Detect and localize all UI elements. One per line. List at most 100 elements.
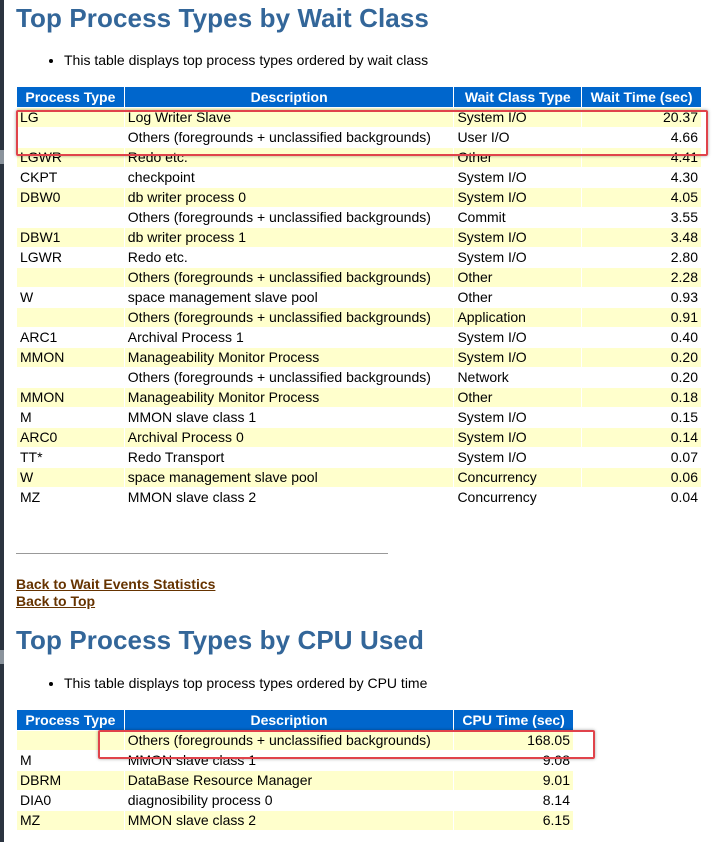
cell-description: MMON slave class 1 bbox=[123, 750, 455, 771]
back-to-top-link[interactable]: Back to Top bbox=[16, 593, 215, 610]
cell-description: Others (foregrounds + unclassified backg… bbox=[123, 207, 455, 228]
cell-class: System I/O bbox=[453, 407, 583, 428]
cell-description: Archival Process 1 bbox=[123, 327, 455, 348]
cell-value: 0.07 bbox=[581, 447, 702, 468]
cell-class: User I/O bbox=[453, 127, 583, 148]
cell-class: Other bbox=[453, 267, 583, 288]
cell-description: Others (foregrounds + unclassified backg… bbox=[123, 267, 455, 288]
cell-description: MMON slave class 2 bbox=[123, 810, 455, 831]
cell-process-type: DBW0 bbox=[16, 187, 125, 208]
cell-process-type: MZ bbox=[16, 810, 125, 831]
cpu-table-body: Others (foregrounds + unclassified backg… bbox=[16, 730, 574, 831]
cell-value: 3.48 bbox=[581, 227, 702, 248]
cell-value: 168.05 bbox=[453, 730, 574, 751]
cell-value: 0.20 bbox=[581, 367, 702, 388]
cell-value: 0.14 bbox=[581, 427, 702, 448]
edge-marker bbox=[0, 650, 4, 664]
cell-value: 0.04 bbox=[581, 487, 702, 508]
section-divider bbox=[16, 553, 388, 554]
cell-description: Log Writer Slave bbox=[123, 107, 455, 128]
cell-description: Manageability Monitor Process bbox=[123, 347, 455, 368]
table-row: DBW0 db writer process 0 System I/O 4.05 bbox=[16, 187, 702, 208]
cell-value: 20.37 bbox=[581, 107, 702, 128]
cell-process-type: LGWR bbox=[16, 147, 125, 168]
cell-description: MMON slave class 1 bbox=[123, 407, 455, 428]
table-row: MMON Manageability Monitor Process Other 0.… bbox=[16, 387, 702, 408]
col-header-description: Description bbox=[123, 86, 455, 108]
cell-description: space management slave pool bbox=[123, 287, 455, 308]
col-header-process-type: Process Type bbox=[16, 709, 125, 731]
cpu-section-title: Top Process Types by CPU Used bbox=[16, 625, 424, 655]
wait-section-note: This table displays top process types or… bbox=[64, 51, 428, 69]
table-row: M MMON slave class 1 System I/O 0.15 bbox=[16, 407, 702, 428]
col-header-wait-class-type: Wait Class Type bbox=[453, 86, 583, 108]
cell-description: MMON slave class 2 bbox=[123, 487, 455, 508]
cell-class: System I/O bbox=[453, 427, 583, 448]
cell-description: Redo etc. bbox=[123, 147, 455, 168]
wait-table-body: LG Log Writer Slave System I/O 20.37 Others … bbox=[16, 107, 702, 508]
table-row: DBW1 db writer process 1 System I/O 3.48 bbox=[16, 227, 702, 248]
back-to-wait-events-link[interactable]: Back to Wait Events Statistics bbox=[16, 576, 215, 593]
cell-class: System I/O bbox=[453, 247, 583, 268]
table-row: LGWR Redo etc. Other 4.41 bbox=[16, 147, 702, 168]
cell-class: Concurrency bbox=[453, 467, 583, 488]
cell-class: Other bbox=[453, 387, 583, 408]
cell-description: diagnosibility process 0 bbox=[123, 790, 455, 811]
table-row: Others (foregrounds + unclassified backg… bbox=[16, 127, 702, 148]
cell-class: System I/O bbox=[453, 227, 583, 248]
cell-process-type: ARC1 bbox=[16, 327, 125, 348]
cell-value: 4.66 bbox=[581, 127, 702, 148]
cell-class: System I/O bbox=[453, 347, 583, 368]
cell-value: 4.41 bbox=[581, 147, 702, 168]
cell-description: db writer process 1 bbox=[123, 227, 455, 248]
cell-class: Concurrency bbox=[453, 487, 583, 508]
cell-process-type bbox=[16, 730, 125, 751]
table-row: M MMON slave class 1 9.08 bbox=[16, 750, 574, 771]
table-row: DBRM DataBase Resource Manager 9.01 bbox=[16, 770, 574, 791]
cell-class: Application bbox=[453, 307, 583, 328]
cell-process-type: W bbox=[16, 467, 125, 488]
table-row: Others (foregrounds + unclassified backg… bbox=[16, 307, 702, 328]
table-row: LG Log Writer Slave System I/O 20.37 bbox=[16, 107, 702, 128]
cell-value: 9.08 bbox=[453, 750, 574, 771]
table-row: MZ MMON slave class 2 6.15 bbox=[16, 810, 574, 831]
cell-process-type: LGWR bbox=[16, 247, 125, 268]
cell-process-type bbox=[16, 127, 125, 148]
cell-process-type bbox=[16, 207, 125, 228]
cell-value: 0.93 bbox=[581, 287, 702, 308]
cell-value: 0.06 bbox=[581, 467, 702, 488]
cell-process-type: DIA0 bbox=[16, 790, 125, 811]
col-header-cpu-time: CPU Time (sec) bbox=[453, 709, 574, 731]
table-row: Others (foregrounds + unclassified backg… bbox=[16, 367, 702, 388]
cell-process-type: ARC0 bbox=[16, 427, 125, 448]
cell-process-type: CKPT bbox=[16, 167, 125, 188]
cell-description: space management slave pool bbox=[123, 467, 455, 488]
wait-section-note-list: This table displays top process types or… bbox=[16, 51, 428, 69]
cell-value: 2.28 bbox=[581, 267, 702, 288]
cell-value: 9.01 bbox=[453, 770, 574, 791]
cell-class: Other bbox=[453, 287, 583, 308]
table-row: TT* Redo Transport System I/O 0.07 bbox=[16, 447, 702, 468]
edge-marker bbox=[0, 150, 4, 164]
cell-process-type: LG bbox=[16, 107, 125, 128]
wait-table-header-row: Process Type Description Wait Class Type… bbox=[16, 86, 702, 108]
cell-class: System I/O bbox=[453, 107, 583, 128]
cell-description: Redo etc. bbox=[123, 247, 455, 268]
table-row: DIA0 diagnosibility process 0 8.14 bbox=[16, 790, 574, 811]
cell-process-type: DBW1 bbox=[16, 227, 125, 248]
cell-process-type: MMON bbox=[16, 347, 125, 368]
cell-description: checkpoint bbox=[123, 167, 455, 188]
cell-description: Archival Process 0 bbox=[123, 427, 455, 448]
table-row: MZ MMON slave class 2 Concurrency 0.04 bbox=[16, 487, 702, 508]
cell-process-type: W bbox=[16, 287, 125, 308]
window-edge-strip bbox=[0, 0, 4, 842]
cpu-section-note: This table displays top process types or… bbox=[64, 674, 427, 692]
cell-description: Redo Transport bbox=[123, 447, 455, 468]
cell-process-type: MMON bbox=[16, 387, 125, 408]
col-header-description: Description bbox=[123, 709, 455, 731]
cell-class: Other bbox=[453, 147, 583, 168]
cell-value: 0.20 bbox=[581, 347, 702, 368]
cpu-section-note-list: This table displays top process types or… bbox=[16, 674, 427, 692]
cell-value: 0.40 bbox=[581, 327, 702, 348]
cell-class: Commit bbox=[453, 207, 583, 228]
